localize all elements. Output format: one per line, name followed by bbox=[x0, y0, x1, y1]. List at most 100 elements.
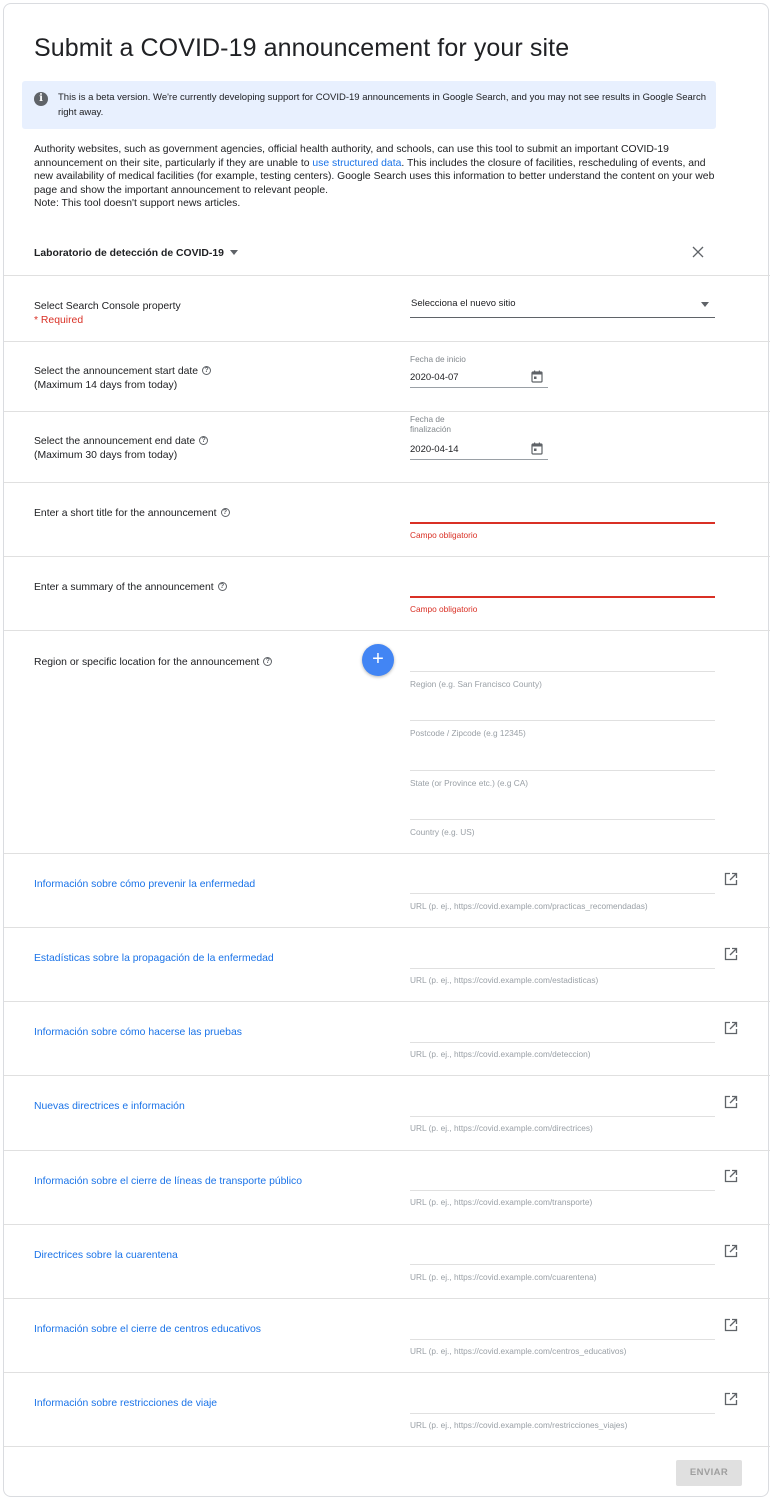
announcement-type-dropdown[interactable]: Laboratorio de detección de COVID-19 bbox=[34, 248, 238, 259]
url-hint: URL (p. ej., https://covid.example.com/r… bbox=[410, 1420, 628, 1430]
end-date-float-label: Fecha de finalización bbox=[410, 414, 451, 434]
divider bbox=[4, 1075, 770, 1076]
short-title-error: Campo obligatorio bbox=[410, 530, 478, 540]
beta-banner: i This is a beta version. We're currentl… bbox=[22, 81, 716, 129]
link-label[interactable]: Información sobre el cierre de centros e… bbox=[34, 1324, 261, 1335]
divider bbox=[4, 275, 770, 276]
open-in-new-icon[interactable] bbox=[724, 1169, 738, 1183]
summary-label: Enter a summary of the announcement bbox=[34, 582, 214, 593]
short-title-label: Enter a short title for the announcement bbox=[34, 508, 217, 519]
summary-error: Campo obligatorio bbox=[410, 604, 478, 614]
state-input[interactable] bbox=[410, 770, 715, 771]
region-input[interactable] bbox=[410, 671, 715, 672]
info-icon: i bbox=[34, 92, 48, 106]
short-title-input[interactable] bbox=[410, 522, 715, 524]
announcement-type-label: Laboratorio de detección de COVID-19 bbox=[34, 248, 224, 259]
divider bbox=[4, 1372, 770, 1373]
open-in-new-icon[interactable] bbox=[724, 1392, 738, 1406]
divider bbox=[4, 1150, 770, 1151]
url-hint: URL (p. ej., https://covid.example.com/t… bbox=[410, 1197, 593, 1207]
url-input[interactable] bbox=[410, 1042, 715, 1043]
state-hint: State (or Province etc.) (e.g CA) bbox=[410, 778, 529, 788]
link-label[interactable]: Información sobre restricciones de viaje bbox=[34, 1398, 217, 1409]
open-in-new-icon[interactable] bbox=[724, 1021, 738, 1035]
region-label: Region or specific location for the anno… bbox=[34, 657, 260, 668]
structured-data-link[interactable]: use structured data bbox=[312, 158, 401, 169]
region-row-label: Region or specific location for the anno… bbox=[34, 656, 273, 670]
summary-row-label: Enter a summary of the announcement? bbox=[34, 581, 227, 595]
page-title: Submit a COVID-19 announcement for your … bbox=[34, 34, 570, 62]
announcement-card: Submit a COVID-19 announcement for your … bbox=[3, 3, 770, 1497]
url-hint: URL (p. ej., https://covid.example.com/c… bbox=[410, 1272, 597, 1282]
divider bbox=[4, 1298, 770, 1299]
end-date-sublabel: (Maximum 30 days from today) bbox=[34, 450, 178, 461]
close-icon[interactable] bbox=[692, 246, 704, 258]
end-date-value: 2020-04-14 bbox=[410, 444, 459, 455]
property-select-value: Selecciona el nuevo sitio bbox=[411, 298, 516, 309]
start-date-input[interactable]: 2020-04-07 bbox=[410, 368, 548, 388]
open-in-new-icon[interactable] bbox=[724, 872, 738, 886]
chevron-down-icon bbox=[701, 302, 709, 307]
link-label[interactable]: Nuevas directrices e información bbox=[34, 1101, 185, 1112]
link-label[interactable]: Información sobre cómo hacerse las prueb… bbox=[34, 1027, 242, 1038]
link-label[interactable]: Información sobre cómo prevenir la enfer… bbox=[34, 879, 255, 890]
link-label[interactable]: Información sobre el cierre de líneas de… bbox=[34, 1176, 302, 1187]
summary-input[interactable] bbox=[410, 596, 715, 598]
end-date-label: Select the announcement end date bbox=[34, 436, 196, 447]
help-icon[interactable]: ? bbox=[199, 436, 209, 445]
open-in-new-icon[interactable] bbox=[724, 947, 738, 961]
property-label: Select Search Console property bbox=[34, 301, 181, 312]
property-select[interactable]: Selecciona el nuevo sitio bbox=[410, 294, 715, 318]
start-date-label: Select the announcement start date bbox=[34, 366, 199, 377]
link-label[interactable]: Estadísticas sobre la propagación de la … bbox=[34, 953, 274, 964]
region-hint: Region (e.g. San Francisco County) bbox=[410, 679, 542, 689]
end-date-input[interactable]: 2020-04-14 bbox=[410, 440, 548, 460]
short-title-row-label: Enter a short title for the announcement… bbox=[34, 507, 230, 521]
submit-button[interactable]: ENVIAR bbox=[676, 1460, 742, 1486]
help-icon[interactable]: ? bbox=[263, 657, 273, 666]
url-input[interactable] bbox=[410, 893, 715, 894]
start-date-row-label: Select the announcement start date? (Max… bbox=[34, 365, 212, 393]
url-hint: URL (p. ej., https://covid.example.com/c… bbox=[410, 1346, 627, 1356]
country-hint: Country (e.g. US) bbox=[410, 827, 475, 837]
divider bbox=[4, 556, 770, 557]
help-icon[interactable]: ? bbox=[217, 582, 227, 591]
divider bbox=[4, 411, 770, 412]
divider bbox=[4, 1001, 770, 1002]
url-input[interactable] bbox=[410, 1339, 715, 1340]
open-in-new-icon[interactable] bbox=[724, 1244, 738, 1258]
add-location-button[interactable]: + bbox=[362, 644, 394, 676]
url-input[interactable] bbox=[410, 1264, 715, 1265]
start-date-sublabel: (Maximum 14 days from today) bbox=[34, 380, 178, 391]
calendar-icon[interactable] bbox=[531, 370, 543, 383]
help-icon[interactable]: ? bbox=[220, 508, 230, 517]
divider bbox=[4, 1224, 770, 1225]
divider bbox=[4, 1446, 770, 1447]
open-in-new-icon[interactable] bbox=[724, 1318, 738, 1332]
open-in-new-icon[interactable] bbox=[724, 1095, 738, 1109]
chevron-down-icon bbox=[229, 249, 238, 255]
url-hint: URL (p. ej., https://covid.example.com/e… bbox=[410, 975, 599, 985]
url-input[interactable] bbox=[410, 1190, 715, 1191]
help-icon[interactable]: ? bbox=[202, 366, 212, 375]
beta-banner-text: This is a beta version. We're currently … bbox=[58, 92, 706, 118]
start-date-value: 2020-04-07 bbox=[410, 372, 459, 383]
postcode-input[interactable] bbox=[410, 720, 715, 721]
url-input[interactable] bbox=[410, 968, 715, 969]
intro-text: Authority websites, such as government a… bbox=[34, 143, 724, 211]
divider bbox=[4, 482, 770, 483]
divider bbox=[4, 927, 770, 928]
url-hint: URL (p. ej., https://covid.example.com/d… bbox=[410, 1123, 593, 1133]
link-label[interactable]: Directrices sobre la cuarentena bbox=[34, 1250, 178, 1261]
calendar-icon[interactable] bbox=[531, 442, 543, 455]
end-date-float-label-2: finalización bbox=[410, 424, 452, 434]
url-input[interactable] bbox=[410, 1413, 715, 1414]
country-input[interactable] bbox=[410, 819, 715, 820]
property-row-label: Select Search Console property * Require… bbox=[34, 300, 181, 328]
end-date-row-label: Select the announcement end date? (Maxim… bbox=[34, 435, 209, 463]
divider bbox=[4, 341, 770, 342]
start-date-float-label: Fecha de inicio bbox=[410, 354, 466, 364]
end-date-float-label-1: Fecha de bbox=[410, 414, 445, 424]
divider bbox=[4, 630, 770, 631]
url-input[interactable] bbox=[410, 1116, 715, 1117]
